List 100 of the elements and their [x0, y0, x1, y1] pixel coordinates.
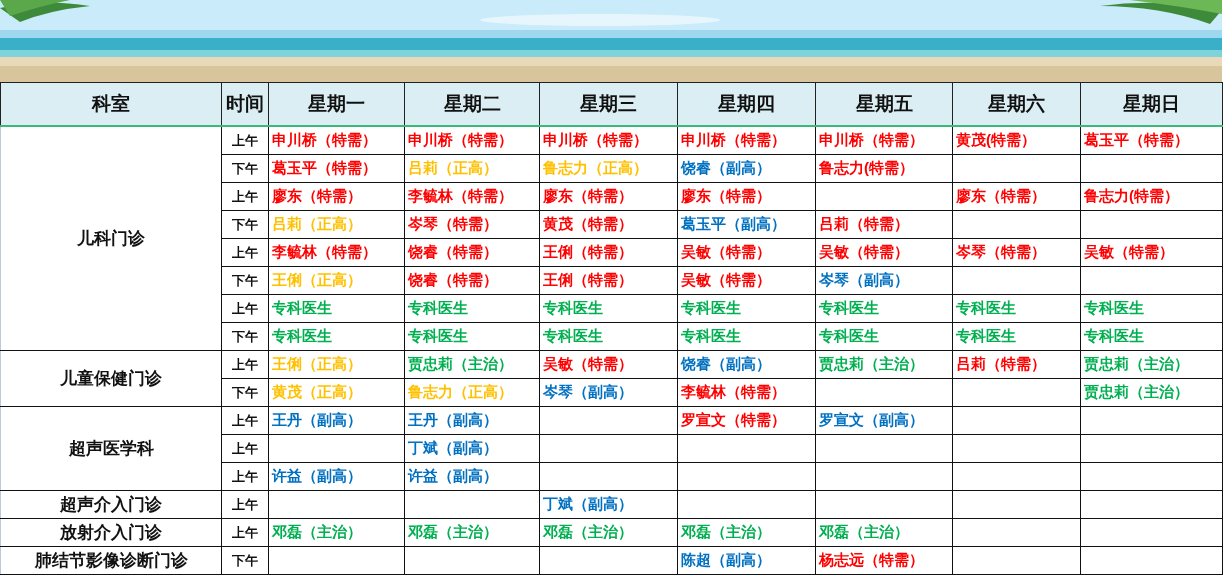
- doctor-cell: 专科医生: [268, 322, 405, 351]
- doctor-cell: 罗宣文（特需）: [677, 406, 816, 435]
- time-cell: 下午: [221, 322, 269, 351]
- doctor-cell: 饶睿（副高）: [677, 154, 816, 183]
- doctor-cell: 申川桥（特需）: [268, 126, 405, 155]
- doctor-cell: 陈超（副高）: [677, 546, 816, 575]
- doctor-cell: 鲁志力(特需）: [815, 154, 953, 183]
- doctor-cell: 许益（副高）: [268, 462, 405, 491]
- doctor-cell: 吴敏（特需）: [815, 238, 953, 267]
- time-cell: 上午: [221, 490, 269, 519]
- doctor-cell: 专科医生: [952, 294, 1081, 323]
- doctor-cell: 廖东（特需）: [677, 182, 816, 211]
- column-header: 星期六: [952, 82, 1081, 126]
- time-cell: 下午: [221, 266, 269, 295]
- time-cell: 上午: [221, 462, 269, 491]
- doctor-cell: 丁斌（副高）: [404, 434, 540, 463]
- doctor-cell: 王俐（正高）: [268, 350, 405, 379]
- doctor-cell: 廖东（特需）: [952, 182, 1081, 211]
- doctor-cell: 丁斌（副高）: [539, 490, 678, 519]
- doctor-cell: 葛玉平（特需）: [268, 154, 405, 183]
- doctor-cell: 邓磊（主治）: [268, 518, 405, 547]
- doctor-cell: 杨志远（特需）: [815, 546, 953, 575]
- department-cell: 儿科门诊: [0, 126, 222, 351]
- time-cell: 下午: [221, 210, 269, 239]
- doctor-cell: 吕莉（特需）: [815, 210, 953, 239]
- doctor-cell: 岑琴（副高）: [539, 378, 678, 407]
- column-header: 星期三: [539, 82, 678, 126]
- column-header: 时间: [221, 82, 269, 126]
- doctor-cell: 专科医生: [404, 294, 540, 323]
- time-cell: 上午: [221, 350, 269, 379]
- column-header: 星期日: [1080, 82, 1223, 126]
- doctor-cell: 吕莉（正高）: [404, 154, 540, 183]
- doctor-cell: 专科医生: [268, 294, 405, 323]
- time-cell: 上午: [221, 238, 269, 267]
- doctor-cell: 廖东（特需）: [539, 182, 678, 211]
- doctor-cell: 李毓林（特需）: [677, 378, 816, 407]
- doctor-cell: 饶睿（特需）: [404, 238, 540, 267]
- time-cell: 上午: [221, 294, 269, 323]
- time-cell: 下午: [221, 154, 269, 183]
- column-header: 星期一: [268, 82, 405, 126]
- doctor-cell: 邓磊（主治）: [539, 518, 678, 547]
- department-cell: 放射介入门诊: [0, 518, 222, 547]
- doctor-cell: 王丹（副高）: [268, 406, 405, 435]
- doctor-cell: 申川桥（特需）: [677, 126, 816, 155]
- doctor-cell: 王丹（副高）: [404, 406, 540, 435]
- column-header: 星期二: [404, 82, 540, 126]
- doctor-cell: 王俐（正高）: [268, 266, 405, 295]
- doctor-cell: 岑琴（副高）: [815, 266, 953, 295]
- doctor-cell: 专科医生: [677, 294, 816, 323]
- department-cell: 超声介入门诊: [0, 490, 222, 519]
- department-cell: 儿童保健门诊: [0, 350, 222, 407]
- doctor-cell: 专科医生: [815, 294, 953, 323]
- doctor-cell: 专科医生: [815, 322, 953, 351]
- doctor-cell: 专科医生: [677, 322, 816, 351]
- doctor-cell: 许益（副高）: [404, 462, 540, 491]
- doctor-cell: 罗宣文（副高）: [815, 406, 953, 435]
- doctor-cell: 贾忠莉（主治）: [1080, 350, 1223, 379]
- time-cell: 上午: [221, 182, 269, 211]
- department-cell: 肺结节影像诊断门诊: [0, 546, 222, 575]
- doctor-cell: 鲁志力（正高）: [539, 154, 678, 183]
- doctor-cell: 葛玉平（副高）: [677, 210, 816, 239]
- doctor-cell: 吴敏（特需）: [677, 266, 816, 295]
- column-header: 科室: [0, 82, 222, 126]
- doctor-cell: 吴敏（特需）: [677, 238, 816, 267]
- column-header: 星期五: [815, 82, 953, 126]
- time-cell: 下午: [221, 546, 269, 575]
- doctor-cell: 王俐（特需）: [539, 238, 678, 267]
- time-cell: 上午: [221, 126, 269, 155]
- time-cell: 上午: [221, 518, 269, 547]
- doctor-cell: 申川桥（特需）: [815, 126, 953, 155]
- doctor-cell: 吴敏（特需）: [1080, 238, 1223, 267]
- doctor-cell: 专科医生: [404, 322, 540, 351]
- doctor-cell: 鲁志力(特需）: [1080, 182, 1223, 211]
- doctor-cell: 饶睿（副高）: [677, 350, 816, 379]
- doctor-cell: 专科医生: [1080, 322, 1223, 351]
- doctor-cell: 专科医生: [539, 322, 678, 351]
- doctor-cell: 廖东（特需）: [268, 182, 405, 211]
- doctor-cell: 黄茂（特需）: [539, 210, 678, 239]
- doctor-cell: 申川桥（特需）: [404, 126, 540, 155]
- doctor-cell: 贾忠莉（主治）: [404, 350, 540, 379]
- doctor-cell: 岑琴（特需）: [404, 210, 540, 239]
- doctor-cell: 黄茂(特需）: [952, 126, 1081, 155]
- doctor-cell: 专科医生: [539, 294, 678, 323]
- time-cell: 上午: [221, 434, 269, 463]
- doctor-cell: 鲁志力（正高）: [404, 378, 540, 407]
- doctor-cell: 吴敏（特需）: [539, 350, 678, 379]
- doctor-cell: 吕莉（正高）: [268, 210, 405, 239]
- doctor-cell: 王俐（特需）: [539, 266, 678, 295]
- doctor-cell: 专科医生: [1080, 294, 1223, 323]
- doctor-cell: 吕莉（特需）: [952, 350, 1081, 379]
- doctor-cell: 葛玉平（特需）: [1080, 126, 1223, 155]
- doctor-cell: 邓磊（主治）: [404, 518, 540, 547]
- doctor-cell: 邓磊（主治）: [677, 518, 816, 547]
- doctor-cell: 贾忠莉（主治）: [815, 350, 953, 379]
- doctor-cell: 邓磊（主治）: [815, 518, 953, 547]
- department-cell: 超声医学科: [0, 406, 222, 491]
- doctor-cell: 黄茂（正高）: [268, 378, 405, 407]
- time-cell: 上午: [221, 406, 269, 435]
- doctor-cell: 专科医生: [952, 322, 1081, 351]
- doctor-cell: 饶睿（特需）: [404, 266, 540, 295]
